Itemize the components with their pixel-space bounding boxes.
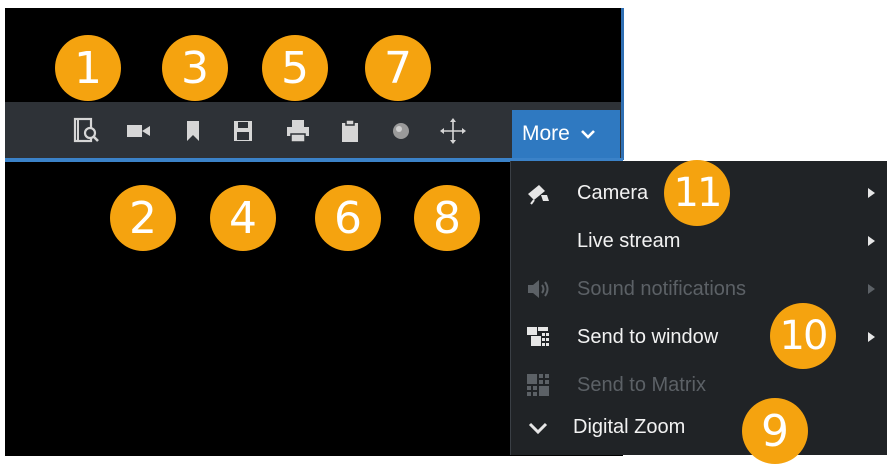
- speaker-icon: [525, 276, 551, 302]
- more-label: More: [522, 122, 570, 145]
- callout-badge: 5: [262, 35, 328, 101]
- callout-badge: 11: [664, 160, 730, 226]
- callout-badge: 6: [315, 185, 381, 251]
- print-icon[interactable]: [283, 116, 313, 146]
- menu-item-label: Digital Zoom: [573, 415, 686, 438]
- submenu-arrow-icon: [868, 188, 875, 198]
- menu-item-label: Send to window: [577, 325, 719, 348]
- camera-icon[interactable]: [124, 116, 154, 146]
- move-icon[interactable]: [438, 116, 468, 146]
- clipboard-icon[interactable]: [335, 116, 365, 146]
- submenu-arrow-icon: [868, 284, 875, 294]
- camera-pin-icon: [525, 180, 551, 206]
- menu-item-sound-notifications[interactable]: Sound notifications: [511, 265, 887, 313]
- callout-badge: 9: [742, 398, 808, 464]
- more-button[interactable]: More: [512, 110, 620, 158]
- matrix-grid-icon: [525, 372, 551, 398]
- callout-badge: 4: [210, 185, 276, 251]
- menu-item-send-to-matrix[interactable]: Send to Matrix: [511, 361, 887, 409]
- menu-item-digital-zoom[interactable]: Digital Zoom: [511, 403, 887, 451]
- playback-search-icon[interactable]: [72, 116, 102, 146]
- chevron-down-icon: [580, 130, 595, 139]
- view-border: [621, 8, 624, 160]
- callout-badge: 3: [162, 35, 228, 101]
- menu-item-label: Send to Matrix: [577, 373, 706, 396]
- menu-item-label: Sound notifications: [577, 277, 747, 300]
- callout-badge: 7: [365, 35, 431, 101]
- callout-badge: 2: [110, 185, 176, 251]
- callout-badge: 10: [770, 303, 836, 369]
- menu-item-label: Camera: [577, 181, 649, 204]
- callout-badge: 1: [55, 35, 121, 101]
- menu-item-label: Live stream: [577, 229, 681, 252]
- checkmark-icon: [525, 414, 551, 440]
- bookmark-icon[interactable]: [178, 116, 208, 146]
- record-icon[interactable]: [386, 116, 416, 146]
- submenu-arrow-icon: [868, 236, 875, 246]
- window-layout-icon: [525, 324, 551, 350]
- save-icon[interactable]: [228, 116, 258, 146]
- callout-badge: 8: [414, 185, 480, 251]
- submenu-arrow-icon: [868, 332, 875, 342]
